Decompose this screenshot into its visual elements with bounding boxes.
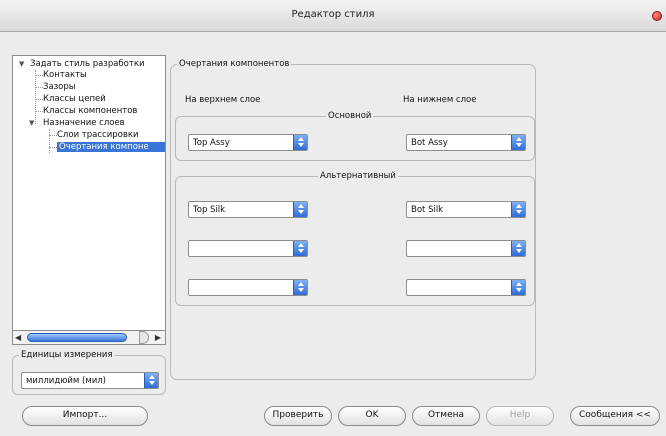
tree-connector <box>35 70 36 124</box>
title-bar: Редактор стиля <box>0 0 666 32</box>
style-tree[interactable]: ▼ Задать стиль разработки Контакты Зазор… <box>12 55 166 345</box>
select-arrows-icon <box>293 135 307 150</box>
expand-arrow-icon[interactable]: ▼ <box>29 119 34 127</box>
units-select-value: миллидюйм (мил) <box>26 376 106 386</box>
tree-item-contacts[interactable]: Контакты <box>43 70 87 80</box>
primary-group: Основной Top Assy Bot Assy <box>175 111 535 161</box>
scrollbar-thumb[interactable] <box>27 333 127 342</box>
alternate-bottom-layer-value-1: Bot Silk <box>411 205 444 215</box>
alternate-top-layer-select-2[interactable] <box>188 240 308 257</box>
primary-bottom-layer-value: Bot Assy <box>411 138 448 148</box>
tree-item-component-classes[interactable]: Классы компонентов <box>43 106 137 116</box>
select-arrows-icon <box>511 135 525 150</box>
window-title: Редактор стиля <box>291 9 375 20</box>
expand-arrow-icon[interactable]: ▼ <box>19 60 24 68</box>
alternate-bottom-layer-select-3[interactable] <box>406 279 526 296</box>
units-select[interactable]: миллидюйм (мил) <box>21 372 159 389</box>
select-arrows-icon <box>293 280 307 295</box>
tree-item-net-classes[interactable]: Классы цепей <box>43 94 106 104</box>
scroll-right-icon[interactable]: ▶ <box>155 333 161 342</box>
select-arrows-icon <box>293 241 307 256</box>
tree-item-component-outlines[interactable]: Очертания компоне <box>57 142 165 152</box>
primary-bottom-layer-select[interactable]: Bot Assy <box>406 134 526 151</box>
primary-top-layer-select[interactable]: Top Assy <box>188 134 308 151</box>
primary-legend: Основной <box>326 111 374 121</box>
alternate-bottom-layer-select-1[interactable]: Bot Silk <box>406 201 526 218</box>
tree-item-design-style[interactable]: Задать стиль разработки <box>30 59 144 69</box>
tree-item-routing-layers[interactable]: Слои трассировки <box>57 130 139 140</box>
units-legend: Единицы измерения <box>19 350 115 360</box>
units-group: Единицы измерения миллидюйм (мил) <box>12 350 166 395</box>
ok-button[interactable]: OK <box>338 406 406 426</box>
component-outlines-group: Очертания компонентов На верхнем слое На… <box>170 59 536 380</box>
tree-connector <box>49 135 57 136</box>
select-arrows-icon <box>144 373 158 388</box>
scroll-right-button[interactable] <box>139 331 149 344</box>
top-layer-label: На верхнем слое <box>185 95 261 105</box>
alternate-legend: Альтернативный <box>318 171 398 181</box>
tree-item-layer-assignment[interactable]: Назначение слоев <box>43 118 125 128</box>
tree-horizontal-scrollbar[interactable]: ◀ ▶ <box>12 330 166 345</box>
alternate-bottom-layer-select-2[interactable] <box>406 240 526 257</box>
component-outlines-legend: Очертания компонентов <box>177 59 292 69</box>
help-button[interactable]: Help <box>486 406 554 426</box>
bottom-layer-label: На нижнем слое <box>403 95 477 105</box>
messages-toggle-button[interactable]: Сообщения << <box>570 406 660 426</box>
select-arrows-icon <box>293 202 307 217</box>
tree-connector <box>49 129 50 153</box>
alternate-group: Альтернативный Top Silk Bot Silk <box>175 171 535 306</box>
alternate-top-layer-select-3[interactable] <box>188 279 308 296</box>
alternate-top-layer-select-1[interactable]: Top Silk <box>188 201 308 218</box>
select-arrows-icon <box>511 241 525 256</box>
tree-connector <box>35 111 43 112</box>
tree-connector <box>35 99 43 100</box>
tree-item-clearances[interactable]: Зазоры <box>43 82 76 92</box>
select-arrows-icon <box>511 280 525 295</box>
scroll-left-icon[interactable]: ◀ <box>15 333 21 342</box>
alternate-top-layer-value-1: Top Silk <box>193 205 226 215</box>
import-button[interactable]: Импорт... <box>22 406 148 426</box>
tree-connector <box>35 87 43 88</box>
tree-connector <box>49 147 57 148</box>
close-icon[interactable] <box>652 11 662 21</box>
tree-connector <box>35 75 43 76</box>
cancel-button[interactable]: Отмена <box>412 406 480 426</box>
primary-top-layer-value: Top Assy <box>193 138 230 148</box>
check-button[interactable]: Проверить <box>264 406 332 426</box>
select-arrows-icon <box>511 202 525 217</box>
